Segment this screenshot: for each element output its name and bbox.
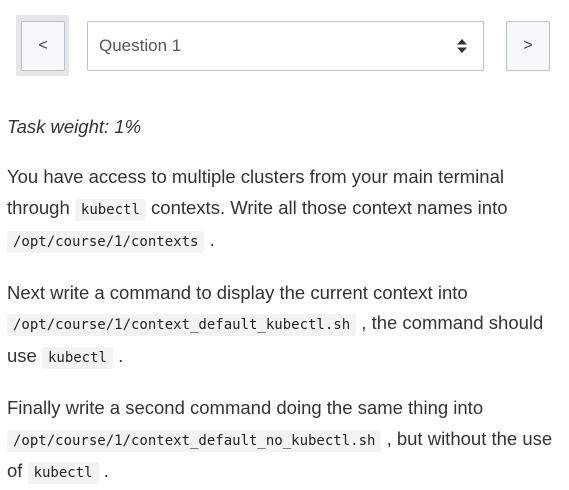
inline-code: /opt/course/1/context_default_no_kubectl… xyxy=(7,429,382,452)
task-description: Task weight: 1% You have access to multi… xyxy=(7,112,562,490)
question-select[interactable]: Question 1 xyxy=(87,21,484,71)
inline-code: kubectl xyxy=(27,462,99,484)
inline-code: kubectl xyxy=(41,346,113,369)
inline-code: kubectl xyxy=(74,198,146,221)
prev-question-button[interactable]: < xyxy=(21,21,65,71)
task-paragraph-3: Finally write a second command doing the… xyxy=(7,393,562,489)
task-weight: Task weight: 1% xyxy=(7,116,142,137)
inline-code: /opt/course/1/context_default_kubectl.sh xyxy=(7,314,357,336)
inline-code: /opt/course/1/contexts xyxy=(7,231,205,253)
question-select-value: Question 1 xyxy=(99,36,182,55)
sort-icon xyxy=(457,39,467,53)
task-paragraph-1: You have access to multiple clusters fro… xyxy=(7,162,562,258)
next-question-button[interactable]: > xyxy=(506,21,550,71)
task-paragraph-2: Next write a command to display the curr… xyxy=(7,278,562,374)
